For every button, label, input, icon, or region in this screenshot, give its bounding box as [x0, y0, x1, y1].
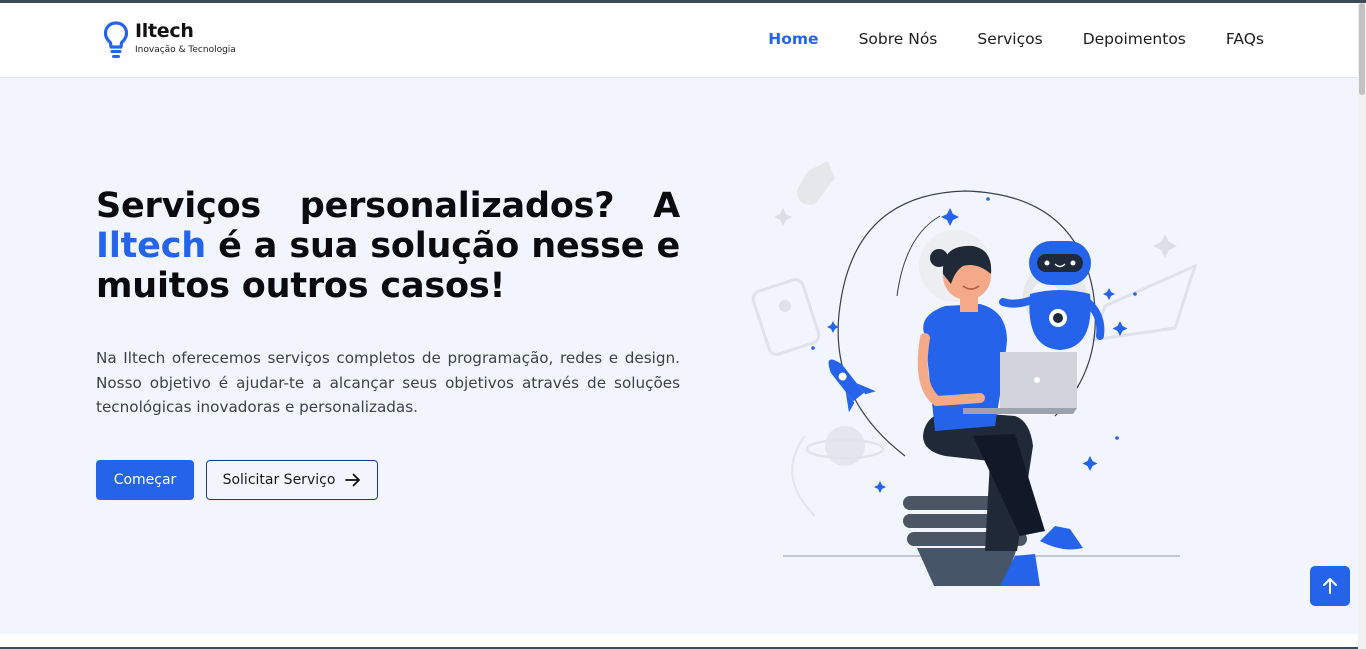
arrow-right-icon — [345, 473, 361, 487]
nav-item-servicos[interactable]: Serviços — [977, 30, 1042, 48]
navbar: Iltech Inovação & Tecnologia Home Sobre … — [0, 3, 1358, 78]
brand-logo[interactable]: Iltech Inovação & Tecnologia — [103, 20, 236, 60]
hero-illustration — [751, 161, 1198, 586]
main-nav: Home Sobre Nós Serviços Depoimentos FAQs — [768, 30, 1264, 48]
request-service-label: Solicitar Serviço — [222, 472, 336, 488]
page-scrollbar[interactable] — [1358, 3, 1366, 649]
nav-item-faqs[interactable]: FAQs — [1226, 30, 1264, 48]
start-button[interactable]: Começar — [96, 460, 194, 500]
scrollbar-thumb[interactable] — [1359, 3, 1365, 95]
headline-brand: Iltech — [96, 226, 206, 266]
brand-name: Iltech — [135, 20, 194, 42]
lightbulb-icon — [103, 21, 129, 58]
hero-description: Na Iltech oferecemos serviços completos … — [96, 349, 680, 416]
brand-tagline: Inovação & Tecnologia — [135, 45, 236, 55]
nav-item-depoimentos[interactable]: Depoimentos — [1083, 30, 1186, 48]
nav-item-sobre-nos[interactable]: Sobre Nós — [859, 30, 938, 48]
nav-item-home[interactable]: Home — [768, 30, 818, 48]
back-to-top-button[interactable] — [1310, 566, 1350, 606]
hero-headline: Serviços personalizados? A Iltech é a su… — [96, 186, 680, 306]
request-service-button[interactable]: Solicitar Serviço — [206, 460, 378, 500]
hero-section: Serviços personalizados? A Iltech é a su… — [0, 78, 1358, 634]
headline-part-1: Serviços personalizados? A — [96, 186, 680, 226]
arrow-up-icon — [1323, 578, 1337, 594]
